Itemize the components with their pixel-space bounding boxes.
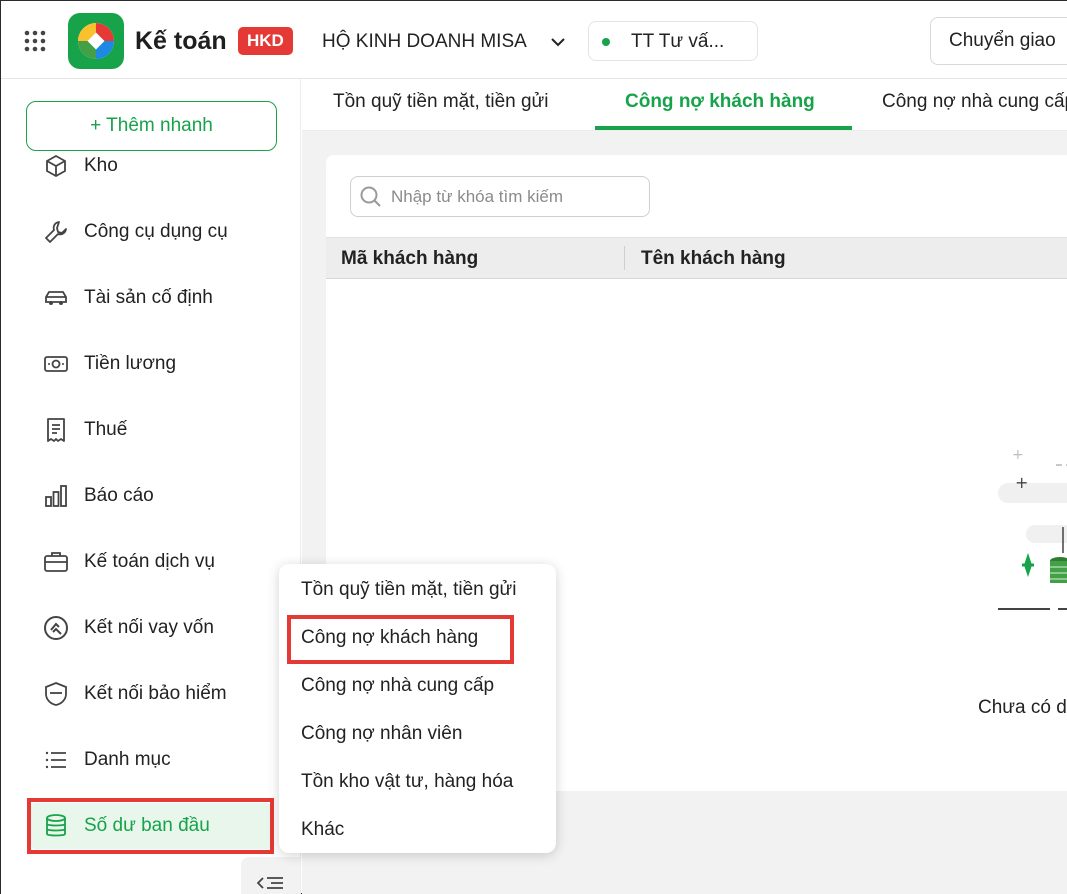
popup-item-cong-no-khach-hang[interactable]: Công nợ khách hàng: [301, 627, 478, 649]
shield-icon: [45, 682, 67, 706]
sidebar: + Thêm nhanh Kho Công cụ dụng cụ Tài sản…: [1, 79, 301, 894]
tab-ton-quy[interactable]: Tồn quỹ tiền mặt, tiền gửi: [333, 91, 549, 113]
sidebar-item-bao-cao[interactable]: Báo cáo: [31, 473, 271, 519]
sidebar-item-bao-hiem[interactable]: Kết nối bảo hiểm: [31, 671, 271, 717]
column-header-ten-khach-hang[interactable]: Tên khách hàng: [641, 248, 786, 270]
sidebar-item-label: Số dư ban đầu: [84, 815, 210, 836]
app-logo[interactable]: [68, 13, 124, 69]
popup-item-cong-no-nhan-vien[interactable]: Công nợ nhân viên: [301, 723, 462, 745]
sidebar-item-tai-san[interactable]: Tài sản cố định: [31, 275, 271, 321]
briefcase-icon: [44, 552, 68, 572]
column-header-ma-khach-hang[interactable]: Mã khách hàng: [341, 248, 478, 270]
sidebar-item-label: Kết nối vay vốn: [84, 617, 214, 638]
branch-selector[interactable]: TT Tư vấ...: [588, 21, 758, 61]
table-header: Mã khách hàng Tên khách hàng: [326, 237, 1067, 279]
popup-item-khac[interactable]: Khác: [301, 819, 344, 841]
collapse-sidebar-button[interactable]: [241, 857, 300, 894]
app-grid-icon[interactable]: [23, 29, 47, 53]
sidebar-item-vay-von[interactable]: Kết nối vay vốn: [31, 605, 271, 651]
quick-add-button[interactable]: + Thêm nhanh: [26, 101, 277, 151]
svg-text:+: +: [1012, 447, 1024, 463]
popup-item-ton-quy[interactable]: Tồn quỹ tiền mặt, tiền gửi: [301, 579, 517, 601]
company-name[interactable]: HỘ KINH DOANH MISA: [322, 31, 527, 53]
app-title: Kế toán: [135, 27, 227, 55]
receipt-icon: [47, 418, 65, 442]
popup-item-ton-kho[interactable]: Tồn kho vật tư, hàng hóa: [301, 771, 513, 793]
tab-cong-no-nha-cung-cap[interactable]: Công nợ nhà cung cấp: [882, 91, 1067, 113]
collapse-icon: [257, 877, 283, 889]
status-dot-icon: [602, 38, 610, 46]
branch-name: TT Tư vấ...: [631, 31, 725, 52]
database-icon: [46, 814, 66, 837]
hkd-badge: HKD: [238, 27, 293, 55]
list-icon: [45, 751, 66, 769]
chevron-down-icon[interactable]: [549, 33, 567, 51]
tab-bar: Tồn quỹ tiền mặt, tiền gửi Công nợ khách…: [302, 79, 1067, 131]
money-icon: [44, 356, 68, 372]
transfer-button[interactable]: Chuyển giao: [930, 17, 1067, 65]
sidebar-item-label: Kho: [84, 155, 118, 176]
empty-state-illustration-icon: + +: [998, 447, 1067, 610]
search-input[interactable]: [391, 183, 641, 211]
sidebar-item-danh-muc[interactable]: Danh mục: [31, 737, 271, 783]
car-icon: [45, 291, 67, 305]
sidebar-item-tien-luong[interactable]: Tiền lương: [31, 341, 271, 387]
sidebar-item-label: Kết nối bảo hiểm: [84, 683, 227, 704]
sidebar-item-label: Công cụ dụng cụ: [84, 221, 228, 242]
active-tab-indicator: [595, 126, 852, 130]
top-bar: Kế toán HKD HỘ KINH DOANH MISA TT Tư vấ.…: [1, 1, 1067, 79]
sidebar-item-label: Thuế: [84, 419, 128, 440]
sidebar-item-so-du-ban-dau[interactable]: Số dư ban đầu: [31, 803, 271, 849]
wrench-icon: [45, 221, 67, 243]
sidebar-item-cong-cu[interactable]: Công cụ dụng cụ: [31, 209, 271, 255]
bar-chart-icon: [45, 485, 67, 507]
column-divider[interactable]: [624, 246, 625, 270]
sidebar-item-thue[interactable]: Thuế: [31, 407, 271, 453]
sidebar-item-label: Danh mục: [84, 749, 171, 770]
tab-cong-no-khach-hang[interactable]: Công nợ khách hàng: [625, 91, 815, 113]
svg-text:+: +: [1015, 473, 1028, 492]
sidebar-item-label: Kế toán dịch vụ: [84, 551, 215, 572]
sidebar-item-label: Tiền lương: [84, 353, 177, 374]
sidebar-item-label: Tài sản cố định: [84, 287, 213, 308]
sidebar-item-label: Báo cáo: [84, 485, 154, 506]
box-icon: [46, 154, 66, 178]
popup-item-cong-no-nha-cung-cap[interactable]: Công nợ nhà cung cấp: [301, 675, 494, 697]
logo-icon: [78, 23, 114, 59]
empty-state-text: Chưa có dữ liệu: [978, 697, 1067, 718]
sidebar-item-ke-toan-dich-vu[interactable]: Kế toán dịch vụ: [31, 539, 271, 585]
search-box[interactable]: [350, 176, 650, 217]
search-icon: [360, 186, 381, 207]
submenu-popup: Tồn quỹ tiền mặt, tiền gửi Công nợ khách…: [279, 564, 556, 853]
loan-icon: [44, 616, 68, 640]
